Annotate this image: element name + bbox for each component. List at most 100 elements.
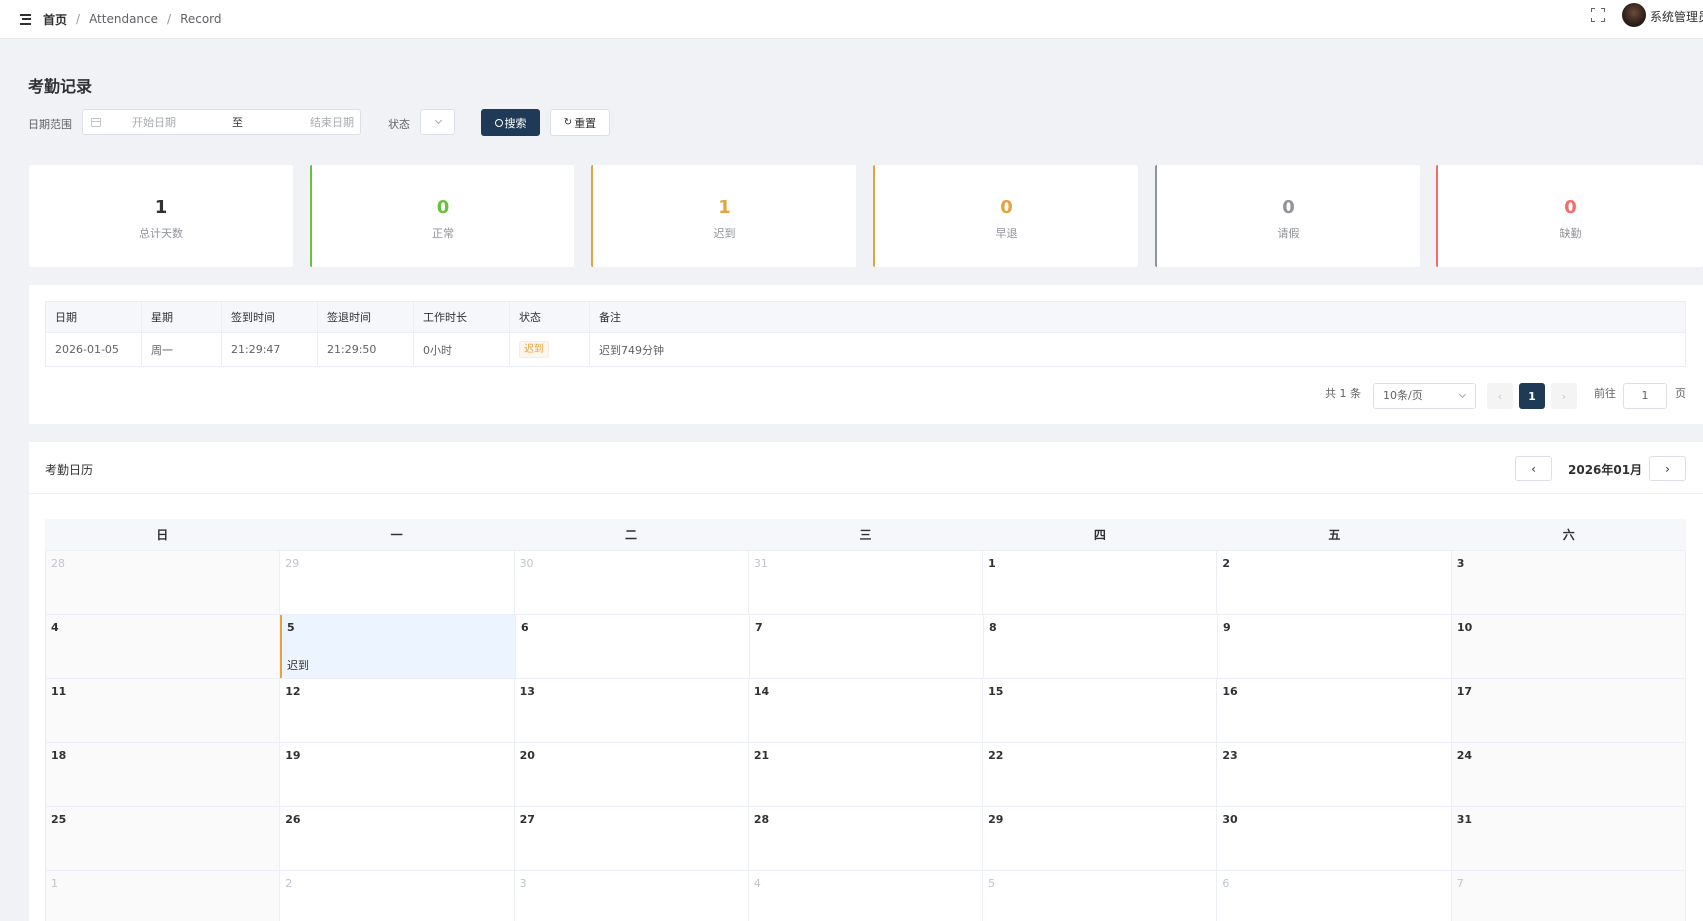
calendar-week-row: 18 19 20 21 22 23 24 xyxy=(45,743,1686,807)
stat-value: 0 xyxy=(436,197,450,218)
cell-check-in: 21:29:47 xyxy=(221,332,318,367)
calendar-day-cell[interactable]: 23 xyxy=(1217,743,1452,806)
calendar-day-cell[interactable]: 4 xyxy=(748,871,984,921)
calendar-day-cell[interactable]: 1 xyxy=(983,551,1218,614)
calendar-day-cell[interactable]: 3 xyxy=(514,871,749,921)
breadcrumb-home[interactable]: 首页 xyxy=(43,11,67,28)
calendar-day-cell[interactable]: 7 xyxy=(1451,871,1686,921)
calendar-day-cell[interactable]: 8 xyxy=(984,615,1218,678)
calendar-day-cell[interactable]: 16 xyxy=(1217,679,1452,742)
calendar-day-cell[interactable]: 9 xyxy=(1218,615,1452,678)
cell-remark: 迟到749分钟 xyxy=(589,332,1686,367)
page-number-button[interactable]: 1 xyxy=(1519,383,1545,409)
calendar-grid: 日 一 二 三 四 五 六 28 29 30 31 1 2 3 4 5 迟到 6 7 8 9 10 11 12 1… xyxy=(45,519,1686,921)
calendar-day-cell[interactable]: 25 xyxy=(45,807,281,870)
calendar-day-cell[interactable]: 12 xyxy=(280,679,515,742)
calendar-day-cell[interactable]: 13 xyxy=(514,679,749,742)
calendar-day-cell[interactable]: 11 xyxy=(45,679,281,742)
calendar-day-cell[interactable]: 17 xyxy=(1451,679,1686,742)
stat-value: 1 xyxy=(154,197,168,218)
calendar-day-cell[interactable]: 7 xyxy=(750,615,984,678)
calendar-day-cell[interactable]: 31 xyxy=(1451,807,1686,870)
calendar-day-number: 7 xyxy=(755,621,763,634)
calendar-day-cell[interactable]: 2 xyxy=(280,871,515,921)
breadcrumb-attendance[interactable]: Attendance xyxy=(89,12,158,26)
calendar-day-cell[interactable]: 30 xyxy=(1217,807,1452,870)
calendar-day-number: 28 xyxy=(51,557,65,570)
goto-label: 前往 xyxy=(1594,387,1616,400)
calendar-day-cell[interactable]: 5 迟到 xyxy=(280,615,516,678)
calendar-day-cell[interactable]: 10 xyxy=(1452,615,1686,678)
calendar-header: 考勤日历 ‹ 2026年01月 › xyxy=(29,442,1703,494)
calendar-day-cell[interactable]: 29 xyxy=(983,807,1218,870)
refresh-icon: ↻ xyxy=(563,117,573,128)
calendar-day-cell[interactable]: 30 xyxy=(514,551,749,614)
calendar-week-row: 25 26 27 28 29 30 31 xyxy=(45,807,1686,871)
reset-button-label: 重置 xyxy=(574,116,597,130)
calendar-day-number: 25 xyxy=(51,813,67,826)
next-month-button[interactable]: › xyxy=(1649,456,1686,481)
next-page-button[interactable]: › xyxy=(1551,383,1577,409)
calendar-day-cell[interactable]: 6 xyxy=(1217,871,1452,921)
pagination-total: 共 1 条 xyxy=(1325,387,1361,400)
calendar-day-number: 27 xyxy=(519,813,535,826)
calendar-day-status: 迟到 xyxy=(287,659,309,672)
prev-month-button[interactable]: ‹ xyxy=(1515,456,1552,481)
calendar-day-cell[interactable]: 28 xyxy=(45,551,281,614)
calendar-day-cell[interactable]: 18 xyxy=(45,743,281,806)
cell-check-out: 21:29:50 xyxy=(317,332,414,367)
calendar-day-cell[interactable]: 15 xyxy=(983,679,1218,742)
start-date-input[interactable]: 开始日期 xyxy=(132,114,222,130)
calendar-day-number: 31 xyxy=(753,557,768,570)
calendar-day-cell[interactable]: 24 xyxy=(1451,743,1686,806)
user-name[interactable]: 系统管理员 xyxy=(1650,8,1703,25)
calendar-day-number: 2 xyxy=(1222,557,1231,570)
calendar-day-cell[interactable]: 19 xyxy=(280,743,515,806)
calendar-day-cell[interactable]: 3 xyxy=(1451,551,1686,614)
stat-card-absent: 0 缺勤 xyxy=(1436,165,1703,267)
stat-label: 请假 xyxy=(1277,227,1300,240)
calendar-day-number: 10 xyxy=(1457,621,1473,634)
breadcrumb: 首页 / Attendance / Record xyxy=(43,11,222,28)
calendar-week-row: 28 29 30 31 1 2 3 xyxy=(45,551,1686,615)
calendar-day-cell[interactable]: 31 xyxy=(748,551,984,614)
calendar-day-cell[interactable]: 4 xyxy=(45,615,280,678)
column-header: 工作时长 xyxy=(413,301,510,333)
breadcrumb-separator: / xyxy=(167,12,172,26)
calendar-day-cell[interactable]: 5 xyxy=(983,871,1218,921)
goto-page-input[interactable]: 1 xyxy=(1623,383,1667,409)
calendar-day-cell[interactable]: 26 xyxy=(280,807,515,870)
calendar-day-number: 31 xyxy=(1456,813,1472,826)
calendar-day-number: 20 xyxy=(519,749,535,762)
hamburger-icon[interactable] xyxy=(17,13,31,25)
calendar-day-cell[interactable]: 29 xyxy=(280,551,515,614)
calendar-day-cell[interactable]: 20 xyxy=(514,743,749,806)
search-button[interactable]: 搜索 xyxy=(481,109,540,136)
calendar-day-number: 11 xyxy=(51,685,67,698)
chevron-down-icon xyxy=(1458,390,1467,399)
status-select[interactable] xyxy=(420,109,455,135)
calendar-day-cell[interactable]: 22 xyxy=(983,743,1218,806)
calendar-day-cell[interactable]: 2 xyxy=(1217,551,1452,614)
calendar-week-row: 4 5 迟到 6 7 8 9 10 xyxy=(45,615,1686,679)
end-date-input[interactable]: 结束日期 xyxy=(310,114,354,130)
calendar-day-cell[interactable]: 21 xyxy=(748,743,984,806)
date-range-picker[interactable]: 开始日期 至 结束日期 xyxy=(82,109,361,135)
avatar[interactable] xyxy=(1622,3,1646,27)
stat-label: 总计天数 xyxy=(139,227,183,240)
calendar-day-number: 19 xyxy=(285,749,301,762)
reset-button[interactable]: ↻ 重置 xyxy=(550,109,610,136)
page-size-value: 10条/页 xyxy=(1383,389,1423,402)
prev-page-button[interactable]: ‹ xyxy=(1487,383,1513,409)
calendar-day-cell[interactable]: 27 xyxy=(514,807,749,870)
page-size-select[interactable]: 10条/页 xyxy=(1373,383,1476,409)
calendar-day-cell[interactable]: 28 xyxy=(748,807,984,870)
calendar-day-cell[interactable]: 6 xyxy=(516,615,750,678)
calendar-day-number: 5 xyxy=(988,877,996,890)
fullscreen-icon[interactable] xyxy=(1591,8,1605,22)
chevron-left-icon: ‹ xyxy=(1497,389,1503,403)
calendar-day-number: 6 xyxy=(521,621,529,634)
cell-status: 迟到 xyxy=(509,332,590,367)
calendar-day-cell[interactable]: 14 xyxy=(748,679,984,742)
calendar-day-cell[interactable]: 1 xyxy=(45,871,281,921)
